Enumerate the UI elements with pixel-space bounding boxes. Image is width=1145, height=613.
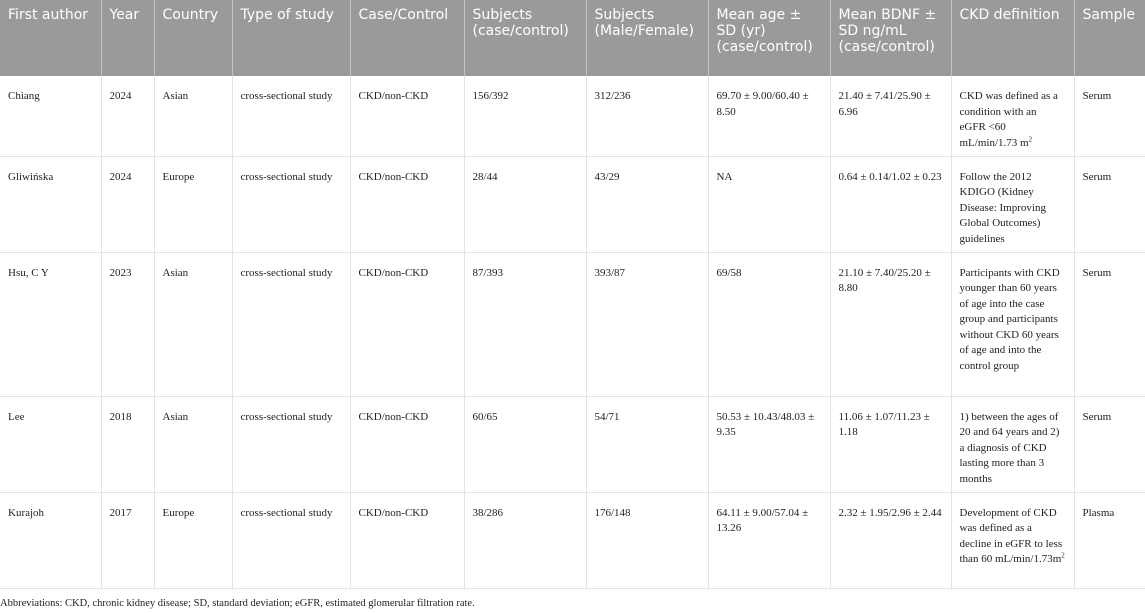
definition-text: Follow the 2012 KDIGO (Kidney Disease: I… (959, 170, 1046, 245)
cell-country: Europe (154, 156, 233, 253)
cell-author: Lee (0, 396, 102, 493)
cell-ckd-definition: 1) between the ages of 20 and 64 years a… (951, 396, 1075, 493)
cell-ckd-definition: Development of CKD was defined as a decl… (951, 492, 1075, 589)
definition-superscript: 2 (1061, 551, 1065, 560)
col-header-subjects-case-control: Subjects (case/control) (464, 0, 587, 76)
cell-country: Asian (154, 252, 233, 397)
col-header-case-control: Case/Control (350, 0, 465, 76)
col-header-subjects-male-female: Subjects (Male/Female) (586, 0, 709, 76)
cell-author: Chiang (0, 76, 102, 157)
cell-year: 2023 (101, 252, 155, 397)
cell-year: 2018 (101, 396, 155, 493)
cell-subjects-male-female: 312/236 (586, 76, 709, 157)
cell-subjects-male-female: 54/71 (586, 396, 709, 493)
table-row: Kurajoh 2017 Europe cross-sectional stud… (0, 492, 1145, 589)
cell-country: Asian (154, 76, 233, 157)
col-header-country: Country (154, 0, 233, 76)
cell-study-type: cross-sectional study (232, 76, 351, 157)
cell-ckd-definition: Follow the 2012 KDIGO (Kidney Disease: I… (951, 156, 1075, 253)
cell-country: Europe (154, 492, 233, 589)
cell-author: Kurajoh (0, 492, 102, 589)
cell-subjects-male-female: 43/29 (586, 156, 709, 253)
cell-subjects-case-control: 60/65 (464, 396, 587, 493)
cell-sample: Serum (1074, 76, 1145, 157)
col-header-first-author: First author (0, 0, 102, 76)
cell-country: Asian (154, 396, 233, 493)
cell-study-type: cross-sectional study (232, 252, 351, 397)
cell-author: Gliwińska (0, 156, 102, 253)
cell-year: 2017 (101, 492, 155, 589)
cell-case-control: CKD/non-CKD (350, 76, 465, 157)
cell-mean-age: 64.11 ± 9.00/57.04 ± 13.26 (708, 492, 831, 589)
cell-case-control: CKD/non-CKD (350, 252, 465, 397)
cell-subjects-case-control: 38/286 (464, 492, 587, 589)
col-header-mean-age: Mean age ± SD (yr) (case/control) (708, 0, 831, 76)
col-header-year: Year (101, 0, 155, 76)
cell-case-control: CKD/non-CKD (350, 156, 465, 253)
cell-subjects-male-female: 393/87 (586, 252, 709, 397)
col-header-ckd-definition: CKD definition (951, 0, 1075, 76)
cell-mean-bdnf: 2.32 ± 1.95/2.96 ± 2.44 (830, 492, 952, 589)
cell-year: 2024 (101, 76, 155, 157)
cell-subjects-case-control: 87/393 (464, 252, 587, 397)
cell-year: 2024 (101, 156, 155, 253)
table-row: Lee 2018 Asian cross-sectional study CKD… (0, 396, 1145, 493)
col-header-mean-bdnf: Mean BDNF ± SD ng/mL (case/control) (830, 0, 952, 76)
cell-mean-bdnf: 21.40 ± 7.41/25.90 ± 6.96 (830, 76, 952, 157)
cell-sample: Serum (1074, 252, 1145, 397)
definition-text: 1) between the ages of 20 and 64 years a… (959, 410, 1060, 485)
cell-study-type: cross-sectional study (232, 492, 351, 589)
cell-ckd-definition: CKD was defined as a condition with an e… (951, 76, 1075, 157)
cell-mean-bdnf: 0.64 ± 0.14/1.02 ± 0.23 (830, 156, 952, 253)
col-header-sample: Sample (1074, 0, 1145, 76)
cell-sample: Plasma (1074, 492, 1145, 589)
table-row: Hsu, C Y 2023 Asian cross-sectional stud… (0, 252, 1145, 397)
cell-mean-age: 69/58 (708, 252, 831, 397)
cell-study-type: cross-sectional study (232, 156, 351, 253)
table-row: Chiang 2024 Asian cross-sectional study … (0, 76, 1145, 157)
cell-mean-bdnf: 21.10 ± 7.40/25.20 ± 8.80 (830, 252, 952, 397)
table-footnote: Abbreviations: CKD, chronic kidney disea… (0, 598, 475, 609)
cell-subjects-case-control: 28/44 (464, 156, 587, 253)
definition-text: Participants with CKD younger than 60 ye… (959, 266, 1060, 372)
cell-case-control: CKD/non-CKD (350, 492, 465, 589)
study-table: First author Year Country Type of study … (0, 0, 1145, 589)
cell-sample: Serum (1074, 156, 1145, 253)
header-row: First author Year Country Type of study … (0, 0, 1145, 76)
cell-subjects-male-female: 176/148 (586, 492, 709, 589)
cell-case-control: CKD/non-CKD (350, 396, 465, 493)
cell-mean-age: 50.53 ± 10.43/48.03 ± 9.35 (708, 396, 831, 493)
table-row: Gliwińska 2024 Europe cross-sectional st… (0, 156, 1145, 253)
cell-mean-bdnf: 11.06 ± 1.07/11.23 ± 1.18 (830, 396, 952, 493)
cell-mean-age: NA (708, 156, 831, 253)
cell-subjects-case-control: 156/392 (464, 76, 587, 157)
col-header-type-of-study: Type of study (232, 0, 351, 76)
cell-ckd-definition: Participants with CKD younger than 60 ye… (951, 252, 1075, 397)
cell-sample: Serum (1074, 396, 1145, 493)
cell-mean-age: 69.70 ± 9.00/60.40 ± 8.50 (708, 76, 831, 157)
cell-study-type: cross-sectional study (232, 396, 351, 493)
definition-text: Development of CKD was defined as a decl… (959, 506, 1063, 566)
cell-author: Hsu, C Y (0, 252, 102, 397)
definition-superscript: 2 (1028, 134, 1033, 143)
definition-text: CKD was defined as a condition with an e… (959, 90, 1058, 149)
